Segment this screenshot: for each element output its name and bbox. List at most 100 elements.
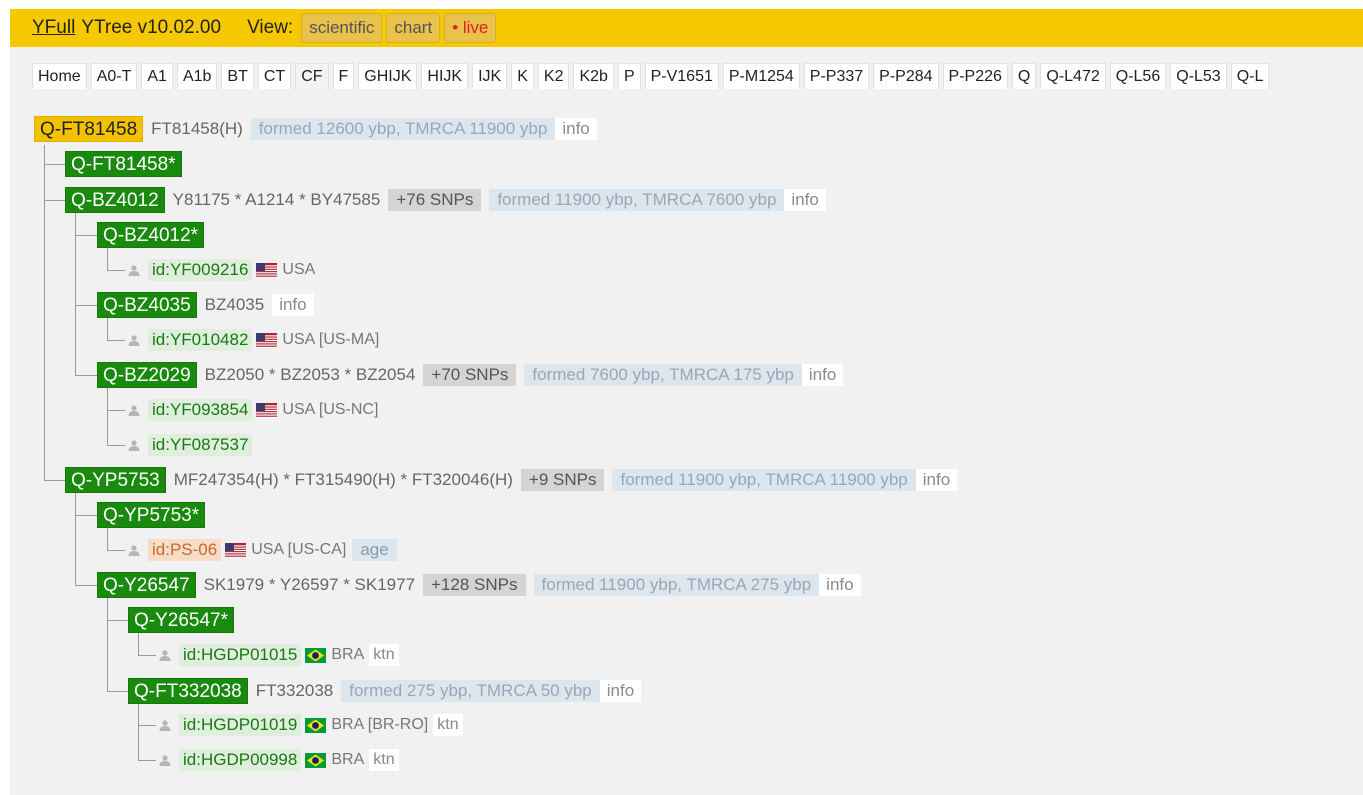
tab-ijk[interactable]: IJK xyxy=(472,63,508,89)
app-title: YTree v10.02.00 xyxy=(81,17,222,38)
haplogroup-node[interactable]: Q-FT81458 xyxy=(34,116,144,142)
haplogroup-node[interactable]: Q-Y26547* xyxy=(128,607,235,633)
tab-p[interactable]: P xyxy=(617,63,641,89)
snp-list: BZ4035 xyxy=(204,295,265,314)
snp-list: FT332038 xyxy=(255,681,334,700)
tree-row: Q-YP5753 MF247354(H) * FT315490(H) * FT3… xyxy=(65,467,958,493)
view-scientific-button[interactable]: scientific xyxy=(301,13,383,43)
person-icon xyxy=(128,405,140,416)
haplogroup-node[interactable]: Q-YP5753* xyxy=(97,502,206,528)
tab-hijk[interactable]: HIJK xyxy=(421,63,469,89)
age-estimate: formed 275 ybp, TMRCA 50 ybp xyxy=(341,680,600,702)
sample-id[interactable]: id:HGDP01015 xyxy=(179,644,302,666)
tab-p-p226[interactable]: P-P226 xyxy=(942,63,1008,89)
tab-a0-t[interactable]: A0-T xyxy=(90,63,138,89)
person-icon xyxy=(128,440,140,451)
tab-k2[interactable]: K2 xyxy=(537,63,570,89)
haplogroup-node[interactable]: Q-BZ2029 xyxy=(97,362,197,388)
info-link[interactable]: info xyxy=(915,469,958,491)
brazil-flag-icon xyxy=(305,753,326,768)
tab-q-l53[interactable]: Q-L53 xyxy=(1170,63,1227,89)
haplogroup-tree: Q-FT81458 FT81458(H) formed 12600 ybp, T… xyxy=(10,89,1363,795)
tab-p-p284[interactable]: P-P284 xyxy=(873,63,939,89)
sample-id[interactable]: id:HGDP00998 xyxy=(179,749,302,771)
sample-country: USA [US-NC] xyxy=(282,401,379,418)
snp-count-badge[interactable]: +128 SNPs xyxy=(423,574,526,596)
info-link[interactable]: info xyxy=(801,364,844,386)
tab-cf[interactable]: CF xyxy=(295,63,329,89)
tab-q-l[interactable]: Q-L xyxy=(1230,63,1270,89)
brazil-flag-icon xyxy=(305,718,326,733)
sample-country: BRA xyxy=(331,646,365,663)
sample-id[interactable]: id:YF093854 xyxy=(148,399,253,421)
usa-flag-icon xyxy=(225,543,246,558)
population-tag: ktn xyxy=(369,749,399,771)
tab-a1b[interactable]: A1b xyxy=(176,63,218,89)
haplogroup-node[interactable]: Q-BZ4012* xyxy=(97,222,205,248)
sample-country: USA [US-MA] xyxy=(282,331,380,348)
tab-k2b[interactable]: K2b xyxy=(573,63,614,89)
tab-p-m1254[interactable]: P-M1254 xyxy=(722,63,800,89)
person-icon xyxy=(159,650,171,661)
sample-id[interactable]: id:YF010482 xyxy=(148,329,253,351)
person-icon xyxy=(159,755,171,766)
tab-q-l472[interactable]: Q-L472 xyxy=(1040,63,1106,89)
tab-a1[interactable]: A1 xyxy=(141,63,173,89)
snp-list: Y81175 * A1214 * BY47585 xyxy=(172,190,381,209)
tab-ghijk[interactable]: GHIJK xyxy=(358,63,418,89)
info-link[interactable]: info xyxy=(784,189,826,211)
sample-row: id:YF087537 xyxy=(128,432,253,458)
usa-flag-icon xyxy=(256,333,277,348)
haplogroup-node[interactable]: Q-FT81458* xyxy=(65,151,182,177)
sample-id[interactable]: id:YF009216 xyxy=(148,259,253,281)
tab-ct[interactable]: CT xyxy=(257,63,292,89)
tab-k[interactable]: K xyxy=(511,63,534,89)
sample-id[interactable]: id:YF087537 xyxy=(148,434,253,456)
tab-home[interactable]: Home xyxy=(32,63,87,89)
sample-country: BRA xyxy=(331,751,365,768)
yfull-logo-link[interactable]: YFull xyxy=(32,17,75,39)
view-live-button[interactable]: • live xyxy=(444,13,497,43)
tab-f[interactable]: F xyxy=(332,63,355,89)
sample-row: id:YF009216 USA xyxy=(128,257,315,283)
sample-row: id:HGDP00998 BRA ktn xyxy=(159,747,399,773)
age-estimate: formed 12600 ybp, TMRCA 11900 ybp xyxy=(250,118,556,140)
haplogroup-node[interactable]: Q-YP5753 xyxy=(65,467,166,493)
age-link[interactable]: age xyxy=(352,539,397,561)
info-link[interactable]: info xyxy=(272,294,314,316)
sample-id[interactable]: id:PS-06 xyxy=(148,539,222,561)
snp-list: FT81458(H) xyxy=(151,119,243,138)
tree-row: Q-BZ4012 Y81175 * A1214 * BY47585 +76 SN… xyxy=(65,187,826,213)
info-link[interactable]: info xyxy=(599,680,642,702)
haplogroup-node[interactable]: Q-Y26547 xyxy=(97,572,196,598)
sample-country: BRA [BR-RO] xyxy=(331,716,429,733)
tab-q-l56[interactable]: Q-L56 xyxy=(1109,63,1167,89)
tree-row-root: Q-FT81458 FT81458(H) formed 12600 ybp, T… xyxy=(34,116,597,142)
age-estimate: formed 11900 ybp, TMRCA 7600 ybp xyxy=(489,189,785,211)
tab-p-v1651[interactable]: P-V1651 xyxy=(644,63,719,89)
tab-p-p337[interactable]: P-P337 xyxy=(803,63,870,89)
info-link[interactable]: info xyxy=(819,574,861,596)
snp-count-badge[interactable]: +9 SNPs xyxy=(520,469,605,491)
sample-row: id:HGDP01019 BRA [BR-RO] ktn xyxy=(159,712,463,738)
info-link[interactable]: info xyxy=(555,118,597,140)
usa-flag-icon xyxy=(256,403,277,418)
sample-id[interactable]: id:HGDP01019 xyxy=(179,714,302,736)
snp-list: SK1979 * Y26597 * SK1977 xyxy=(203,575,416,594)
tab-q[interactable]: Q xyxy=(1011,63,1037,89)
tree-row: Q-FT81458* xyxy=(65,151,182,177)
top-bar: YFull YTree v10.02.00 View: scientific c… xyxy=(10,9,1363,47)
sample-country: USA [US-CA] xyxy=(251,541,347,558)
usa-flag-icon xyxy=(256,263,277,278)
snp-count-badge[interactable]: +70 SNPs xyxy=(423,364,517,386)
population-tag: ktn xyxy=(369,644,399,666)
tree-row: Q-YP5753* xyxy=(97,502,206,528)
tab-bt[interactable]: BT xyxy=(221,63,254,89)
haplogroup-node[interactable]: Q-FT332038 xyxy=(128,678,248,704)
view-chart-button[interactable]: chart xyxy=(386,13,441,43)
snp-list: BZ2050 * BZ2053 * BZ2054 xyxy=(204,365,416,384)
snp-count-badge[interactable]: +76 SNPs xyxy=(388,189,482,211)
haplogroup-node[interactable]: Q-BZ4035 xyxy=(97,292,197,318)
haplogroup-node[interactable]: Q-BZ4012 xyxy=(65,187,165,213)
brazil-flag-icon xyxy=(305,648,326,663)
